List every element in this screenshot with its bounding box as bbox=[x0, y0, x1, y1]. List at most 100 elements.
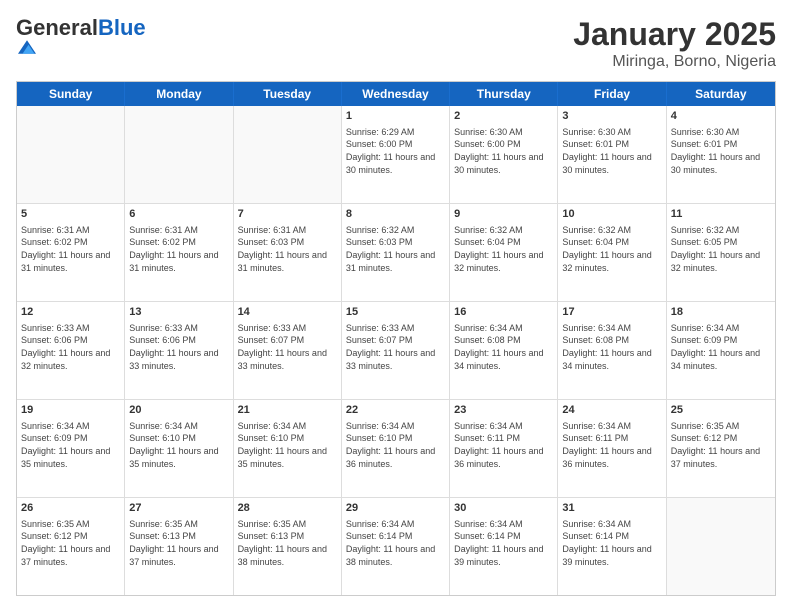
day-number: 3 bbox=[562, 109, 661, 124]
day-number: 21 bbox=[238, 403, 337, 418]
calendar-header: SundayMondayTuesdayWednesdayThursdayFrid… bbox=[17, 82, 775, 106]
calendar-day-25: 25 Sunrise: 6:35 AM Sunset: 6:12 PM Dayli… bbox=[667, 400, 775, 497]
day-header-tuesday: Tuesday bbox=[234, 82, 342, 106]
day-info: Sunrise: 6:34 AM Sunset: 6:10 PM Dayligh… bbox=[346, 420, 445, 470]
day-info: Sunrise: 6:32 AM Sunset: 6:04 PM Dayligh… bbox=[454, 224, 553, 274]
day-info: Sunrise: 6:33 AM Sunset: 6:07 PM Dayligh… bbox=[346, 322, 445, 372]
calendar-day-22: 22 Sunrise: 6:34 AM Sunset: 6:10 PM Dayli… bbox=[342, 400, 450, 497]
day-number: 29 bbox=[346, 501, 445, 516]
day-info: Sunrise: 6:31 AM Sunset: 6:02 PM Dayligh… bbox=[21, 224, 120, 274]
day-info: Sunrise: 6:34 AM Sunset: 6:08 PM Dayligh… bbox=[454, 322, 553, 372]
calendar-day-17: 17 Sunrise: 6:34 AM Sunset: 6:08 PM Dayli… bbox=[558, 302, 666, 399]
calendar-day-11: 11 Sunrise: 6:32 AM Sunset: 6:05 PM Dayli… bbox=[667, 204, 775, 301]
calendar-day-2: 2 Sunrise: 6:30 AM Sunset: 6:00 PM Daylig… bbox=[450, 106, 558, 203]
day-number: 4 bbox=[671, 109, 771, 124]
day-info: Sunrise: 6:34 AM Sunset: 6:14 PM Dayligh… bbox=[562, 518, 661, 568]
calendar: SundayMondayTuesdayWednesdayThursdayFrid… bbox=[16, 81, 776, 596]
calendar-day-6: 6 Sunrise: 6:31 AM Sunset: 6:02 PM Daylig… bbox=[125, 204, 233, 301]
page: GeneralBlue January 2025 Miringa, Borno,… bbox=[0, 0, 792, 612]
calendar-day-3: 3 Sunrise: 6:30 AM Sunset: 6:01 PM Daylig… bbox=[558, 106, 666, 203]
logo-general: General bbox=[16, 15, 98, 40]
day-info: Sunrise: 6:34 AM Sunset: 6:10 PM Dayligh… bbox=[238, 420, 337, 470]
day-info: Sunrise: 6:31 AM Sunset: 6:02 PM Dayligh… bbox=[129, 224, 228, 274]
day-info: Sunrise: 6:34 AM Sunset: 6:08 PM Dayligh… bbox=[562, 322, 661, 372]
header: GeneralBlue January 2025 Miringa, Borno,… bbox=[16, 16, 776, 71]
calendar-day-9: 9 Sunrise: 6:32 AM Sunset: 6:04 PM Daylig… bbox=[450, 204, 558, 301]
day-number: 11 bbox=[671, 207, 771, 222]
day-number: 27 bbox=[129, 501, 228, 516]
day-info: Sunrise: 6:30 AM Sunset: 6:00 PM Dayligh… bbox=[454, 126, 553, 176]
day-header-wednesday: Wednesday bbox=[342, 82, 450, 106]
day-number: 13 bbox=[129, 305, 228, 320]
calendar-day-18: 18 Sunrise: 6:34 AM Sunset: 6:09 PM Dayli… bbox=[667, 302, 775, 399]
day-info: Sunrise: 6:35 AM Sunset: 6:12 PM Dayligh… bbox=[21, 518, 120, 568]
calendar-week-2: 5 Sunrise: 6:31 AM Sunset: 6:02 PM Daylig… bbox=[17, 204, 775, 302]
day-info: Sunrise: 6:34 AM Sunset: 6:10 PM Dayligh… bbox=[129, 420, 228, 470]
day-info: Sunrise: 6:30 AM Sunset: 6:01 PM Dayligh… bbox=[562, 126, 661, 176]
day-info: Sunrise: 6:29 AM Sunset: 6:00 PM Dayligh… bbox=[346, 126, 445, 176]
day-number: 15 bbox=[346, 305, 445, 320]
calendar-day-29: 29Sunrise: 6:34 AM Sunset: 6:14 PM Dayli… bbox=[342, 498, 450, 595]
day-number: 26 bbox=[21, 501, 120, 516]
day-number: 18 bbox=[671, 305, 771, 320]
day-info: Sunrise: 6:35 AM Sunset: 6:13 PM Dayligh… bbox=[129, 518, 228, 568]
calendar-day-1: 1Sunrise: 6:29 AM Sunset: 6:00 PM Daylig… bbox=[342, 106, 450, 203]
day-number: 9 bbox=[454, 207, 553, 222]
day-header-sunday: Sunday bbox=[17, 82, 125, 106]
day-number: 19 bbox=[21, 403, 120, 418]
day-info: Sunrise: 6:31 AM Sunset: 6:03 PM Dayligh… bbox=[238, 224, 337, 274]
calendar-week-1: 1Sunrise: 6:29 AM Sunset: 6:00 PM Daylig… bbox=[17, 106, 775, 204]
calendar-day-10: 10Sunrise: 6:32 AM Sunset: 6:04 PM Dayli… bbox=[558, 204, 666, 301]
day-number: 17 bbox=[562, 305, 661, 320]
calendar-day-empty bbox=[667, 498, 775, 595]
calendar-day-7: 7Sunrise: 6:31 AM Sunset: 6:03 PM Daylig… bbox=[234, 204, 342, 301]
calendar-day-15: 15 Sunrise: 6:33 AM Sunset: 6:07 PM Dayli… bbox=[342, 302, 450, 399]
calendar-subtitle: Miringa, Borno, Nigeria bbox=[573, 53, 776, 71]
day-info: Sunrise: 6:32 AM Sunset: 6:03 PM Dayligh… bbox=[346, 224, 445, 274]
logo-icon bbox=[18, 38, 36, 56]
day-number: 5 bbox=[21, 207, 120, 222]
day-info: Sunrise: 6:33 AM Sunset: 6:06 PM Dayligh… bbox=[129, 322, 228, 372]
calendar-day-12: 12Sunrise: 6:33 AM Sunset: 6:06 PM Dayli… bbox=[17, 302, 125, 399]
calendar-day-13: 13 Sunrise: 6:33 AM Sunset: 6:06 PM Dayli… bbox=[125, 302, 233, 399]
day-info: Sunrise: 6:32 AM Sunset: 6:05 PM Dayligh… bbox=[671, 224, 771, 274]
calendar-day-24: 24Sunrise: 6:34 AM Sunset: 6:11 PM Dayli… bbox=[558, 400, 666, 497]
calendar-body: 1Sunrise: 6:29 AM Sunset: 6:00 PM Daylig… bbox=[17, 106, 775, 595]
calendar-day-20: 20 Sunrise: 6:34 AM Sunset: 6:10 PM Dayli… bbox=[125, 400, 233, 497]
calendar-week-3: 12 Sunrise: 6:33 AM Sunset: 6:06 PM Dayli… bbox=[17, 302, 775, 400]
calendar-day-26: 26 Sunrise: 6:35 AM Sunset: 6:12 PM Dayli… bbox=[17, 498, 125, 595]
day-number: 25 bbox=[671, 403, 771, 418]
calendar-day-21: 21 Sunrise: 6:34 AM Sunset: 6:10 PM Dayli… bbox=[234, 400, 342, 497]
calendar-day-empty bbox=[17, 106, 125, 203]
day-number: 14 bbox=[238, 305, 337, 320]
day-number: 6 bbox=[129, 207, 228, 222]
day-info: Sunrise: 6:30 AM Sunset: 6:01 PM Dayligh… bbox=[671, 126, 771, 176]
calendar-week-5: 26 Sunrise: 6:35 AM Sunset: 6:12 PM Dayli… bbox=[17, 498, 775, 595]
calendar-day-8: 8 Sunrise: 6:32 AM Sunset: 6:03 PM Daylig… bbox=[342, 204, 450, 301]
day-number: 20 bbox=[129, 403, 228, 418]
day-header-thursday: Thursday bbox=[450, 82, 558, 106]
calendar-day-28: 28Sunrise: 6:35 AM Sunset: 6:13 PM Dayli… bbox=[234, 498, 342, 595]
logo: GeneralBlue bbox=[16, 16, 146, 63]
title-block: January 2025 Miringa, Borno, Nigeria bbox=[573, 16, 776, 71]
day-info: Sunrise: 6:34 AM Sunset: 6:09 PM Dayligh… bbox=[671, 322, 771, 372]
day-number: 22 bbox=[346, 403, 445, 418]
day-header-friday: Friday bbox=[558, 82, 666, 106]
day-number: 8 bbox=[346, 207, 445, 222]
calendar-title: January 2025 bbox=[573, 16, 776, 53]
day-header-saturday: Saturday bbox=[667, 82, 775, 106]
calendar-day-4: 4 Sunrise: 6:30 AM Sunset: 6:01 PM Daylig… bbox=[667, 106, 775, 203]
day-info: Sunrise: 6:34 AM Sunset: 6:11 PM Dayligh… bbox=[454, 420, 553, 470]
calendar-day-14: 14 Sunrise: 6:33 AM Sunset: 6:07 PM Dayli… bbox=[234, 302, 342, 399]
day-number: 10 bbox=[562, 207, 661, 222]
day-info: Sunrise: 6:35 AM Sunset: 6:12 PM Dayligh… bbox=[671, 420, 771, 470]
day-number: 23 bbox=[454, 403, 553, 418]
calendar-day-23: 23 Sunrise: 6:34 AM Sunset: 6:11 PM Dayli… bbox=[450, 400, 558, 497]
day-info: Sunrise: 6:34 AM Sunset: 6:14 PM Dayligh… bbox=[454, 518, 553, 568]
calendar-day-19: 19 Sunrise: 6:34 AM Sunset: 6:09 PM Dayli… bbox=[17, 400, 125, 497]
calendar-day-16: 16Sunrise: 6:34 AM Sunset: 6:08 PM Dayli… bbox=[450, 302, 558, 399]
day-info: Sunrise: 6:33 AM Sunset: 6:07 PM Dayligh… bbox=[238, 322, 337, 372]
day-number: 12 bbox=[21, 305, 120, 320]
day-number: 2 bbox=[454, 109, 553, 124]
day-info: Sunrise: 6:34 AM Sunset: 6:09 PM Dayligh… bbox=[21, 420, 120, 470]
